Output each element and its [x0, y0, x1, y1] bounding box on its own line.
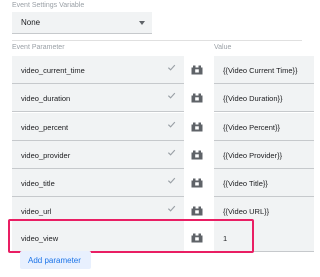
parameter-value-field[interactable]: {{Video Current Time}} [214, 56, 314, 84]
parameter-value-text: {{Video URL}} [223, 207, 270, 216]
parameter-row: video_duration {{Video Duration}} [12, 84, 314, 112]
add-parameter-button[interactable]: Add parameter [20, 251, 91, 269]
highlight-box [8, 219, 254, 253]
parameter-name-field[interactable]: video_title [12, 169, 184, 197]
event-settings-select[interactable]: None [12, 12, 152, 34]
parameter-name-text: video_provider [21, 151, 71, 160]
check-icon [167, 92, 176, 99]
parameter-name-field[interactable]: video_provider [12, 141, 184, 169]
parameter-value-field[interactable]: {{Video Duration}} [214, 84, 314, 112]
parameter-value-text: {{Video Current Time}} [223, 66, 298, 75]
parameter-value-field[interactable]: {{Video Provider}} [214, 141, 314, 169]
section-divider [12, 40, 302, 41]
parameter-value-field[interactable]: {{Video Percent}} [214, 113, 314, 141]
parameter-name-field[interactable]: video_current_time [12, 56, 184, 84]
parameter-row: video_title {{Video Title}} [12, 169, 314, 197]
parameter-name-text: video_percent [21, 123, 69, 132]
variable-picker-icon[interactable] [189, 147, 205, 163]
add-parameter-label: Add parameter [28, 256, 81, 265]
parameter-name-text: video_duration [21, 94, 71, 103]
variable-picker-icon[interactable] [189, 90, 205, 106]
check-icon [167, 149, 176, 156]
check-icon [167, 121, 176, 128]
parameter-value-text: {{Video Title}} [223, 179, 268, 188]
event-settings-selected: None [21, 18, 41, 27]
parameter-value-field[interactable]: {{Video Title}} [214, 169, 314, 197]
variable-picker-icon[interactable] [189, 119, 205, 135]
parameter-name-field[interactable]: video_percent [12, 113, 184, 141]
parameter-name-text: video_current_time [21, 66, 85, 75]
check-icon [167, 177, 176, 184]
variable-picker-icon[interactable] [189, 203, 205, 219]
parameter-value-text: {{Video Provider}} [223, 151, 283, 160]
parameter-name-field[interactable]: video_duration [12, 84, 184, 112]
parameter-value-text: {{Video Duration}} [223, 94, 283, 103]
event-parameter-header: Event Parameter [12, 44, 65, 51]
variable-picker-icon[interactable] [189, 175, 205, 191]
parameter-row: video_provider {{Video Provider}} [12, 141, 314, 169]
value-header: Value [214, 44, 232, 51]
variable-picker-icon[interactable] [189, 62, 205, 78]
check-icon [167, 205, 176, 212]
parameter-name-text: video_url [21, 207, 52, 216]
parameter-value-text: {{Video Percent}} [223, 123, 280, 132]
parameter-row: video_percent {{Video Percent}} [12, 113, 314, 141]
check-icon [167, 64, 176, 71]
parameter-row: video_current_time {{Video Current Time}} [12, 56, 314, 84]
caret-down-icon [139, 21, 145, 25]
parameter-name-text: video_title [21, 179, 55, 188]
event-settings-label: Event Settings Variable [12, 2, 85, 9]
